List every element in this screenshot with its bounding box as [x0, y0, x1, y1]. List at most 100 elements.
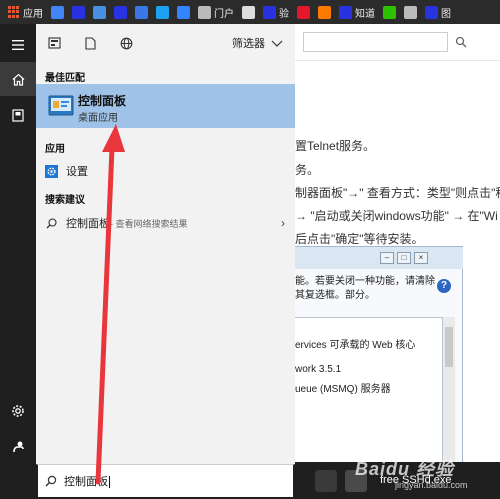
bookmark-item[interactable] — [400, 0, 421, 24]
web-suggestion[interactable]: 控制面板 - 查看网络搜索结果 › — [36, 212, 295, 234]
bookmark-item[interactable]: 门户 — [194, 0, 238, 24]
article-line: → "启动或关闭windows功能" → 在"Wi — [295, 209, 498, 223]
bookmark-item[interactable] — [47, 0, 68, 24]
page-search-input[interactable] — [303, 32, 448, 52]
bookmarks-bar: 应用 门户 验 知道 图 — [0, 0, 500, 24]
bookmark-label: 图 — [441, 8, 451, 20]
apps-header: 应用 — [45, 144, 65, 155]
grid-app-icon — [135, 5, 148, 19]
control-panel-icon — [48, 95, 74, 116]
bookmark-item[interactable] — [89, 0, 110, 24]
bookmark-label: 应用 — [23, 8, 43, 20]
scroll-thumb[interactable] — [445, 327, 453, 367]
search-icon — [46, 217, 57, 228]
list-item[interactable]: work 3.5.1 — [295, 364, 341, 375]
translate-icon — [93, 5, 106, 19]
google-icon — [51, 5, 64, 19]
bookmark-label: 门户 — [214, 8, 234, 20]
bookmark-item[interactable] — [238, 0, 259, 24]
apps-view-icon[interactable] — [36, 24, 72, 62]
features-list: ervices 可承载的 Web 核心 work 3.5.1 ueue (MSM… — [295, 317, 443, 477]
best-match-subtitle: 桌面应用 — [78, 113, 118, 124]
suggestion-query: 控制面板 — [66, 218, 110, 230]
globe-icon[interactable] — [108, 24, 144, 62]
search-icon[interactable] — [451, 32, 471, 52]
bookmark-item[interactable]: 图 — [421, 0, 455, 24]
user-feedback-icon[interactable] — [0, 429, 36, 463]
bookmark-item[interactable]: 验 — [259, 0, 293, 24]
chevron-right-icon[interactable]: › — [281, 216, 285, 230]
twitter-bird-icon — [156, 5, 169, 19]
screen: 应用 门户 验 知道 图 置Telnet服务。 务。 制器面板"→" 查看方式：类型"则… — [0, 0, 500, 499]
start-menu-strip — [0, 24, 36, 499]
zhidao-bubble-icon — [177, 5, 190, 19]
hamburger-menu-icon[interactable] — [0, 28, 36, 62]
page-icon — [198, 5, 211, 19]
bookmark-label: 知道 — [355, 8, 375, 20]
divider — [295, 60, 500, 61]
chevron-down-icon — [271, 40, 283, 47]
scrollbar[interactable] — [443, 317, 455, 477]
bookmark-item[interactable] — [173, 0, 194, 24]
settings-result[interactable]: 设置 — [36, 160, 295, 182]
taskbar-app-icon[interactable] — [315, 470, 337, 492]
baidu-watermark-url: jingyan.baidu.com — [395, 480, 468, 490]
text-caret — [109, 476, 110, 489]
search-suggestions-header: 搜索建议 — [45, 195, 85, 206]
settings-gear-icon — [44, 164, 58, 178]
panel-toolbar: 筛选器 — [36, 24, 295, 62]
bookmark-label: 验 — [279, 8, 289, 20]
best-match-header: 最佳匹配 — [45, 73, 85, 84]
bookmark-item[interactable]: 应用 — [4, 0, 47, 24]
help-icon[interactable]: ? — [437, 279, 451, 293]
filter-label: 筛选器 — [232, 38, 265, 50]
windows-features-dialog: – □ × ? 能。若要关闭一种功能，请清除其复选框。部分。 ervices 可… — [295, 246, 463, 486]
search-icon — [45, 475, 57, 487]
list-item[interactable]: ervices 可承载的 Web 核心 — [295, 336, 415, 351]
document-icon[interactable] — [72, 24, 108, 62]
article-line: 置Telnet服务。 — [295, 139, 376, 153]
baidu-paw-icon — [339, 5, 352, 19]
bookmark-item[interactable] — [314, 0, 335, 24]
best-match-title: 控制面板 — [78, 94, 127, 108]
bookmark-item[interactable] — [131, 0, 152, 24]
background-web-page: 置Telnet服务。 务。 制器面板"→" 查看方式：类型"则点击"程 → "启… — [295, 24, 500, 499]
bookmark-item[interactable] — [68, 0, 89, 24]
bookmark-item[interactable]: 知道 — [335, 0, 379, 24]
orange-logo-icon — [318, 5, 331, 19]
weibo-icon — [297, 5, 310, 19]
baidu-paw-icon — [72, 5, 85, 19]
baidu-paw-icon — [425, 5, 438, 19]
minimize-button[interactable]: – — [380, 252, 394, 264]
bookmark-item[interactable] — [379, 0, 400, 24]
suggestion-hint: - 查看网络搜索结果 — [110, 218, 188, 229]
bookmark-item[interactable] — [152, 0, 173, 24]
home-icon[interactable] — [0, 62, 36, 96]
page-icon — [404, 5, 417, 19]
baidu-paw-icon — [263, 5, 276, 19]
dialog-description: 能。若要关闭一种功能，请清除其复选框。部分。 — [295, 276, 435, 301]
article-line: 务。 — [295, 163, 320, 177]
article-line: 制器面板"→" 查看方式：类型"则点击"程 — [295, 186, 500, 200]
apps-grid-icon — [8, 6, 20, 18]
dialog-titlebar: – □ × — [295, 247, 463, 269]
close-button[interactable]: × — [414, 252, 428, 264]
article-line: 后点击"确定"等待安装。 — [295, 232, 424, 246]
document-icon — [242, 5, 255, 19]
bookmark-item[interactable] — [110, 0, 131, 24]
settings-gear-icon[interactable] — [0, 394, 36, 428]
list-item[interactable]: ueue (MSMQ) 服务器 — [295, 380, 391, 395]
wechat-icon — [383, 5, 396, 19]
maximize-button[interactable]: □ — [397, 252, 411, 264]
search-value: 控制面板 — [64, 476, 108, 488]
documents-icon[interactable] — [0, 98, 36, 132]
search-results-panel: 筛选器 最佳匹配 控制面板 桌面应用 应用 设置 搜索建议 控制面板 - 查看网… — [36, 24, 295, 464]
baidu-paw-icon — [114, 5, 127, 19]
settings-label: 设置 — [66, 166, 88, 178]
filter-button[interactable]: 筛选器 — [232, 33, 283, 53]
baidu-watermark: Baidu 经验 — [355, 459, 455, 479]
bookmark-item[interactable] — [293, 0, 314, 24]
start-search-box[interactable]: 控制面板 — [36, 464, 295, 499]
search-input[interactable]: 控制面板 — [64, 473, 110, 489]
best-match-result[interactable]: 控制面板 桌面应用 — [36, 84, 295, 128]
